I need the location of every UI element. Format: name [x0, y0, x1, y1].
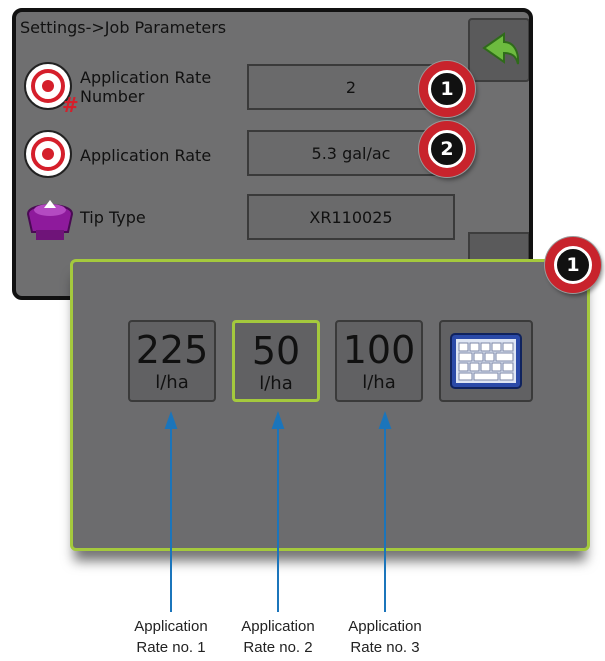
arrow-rate-2-head	[271, 411, 285, 429]
pointer-arrows	[164, 411, 392, 612]
caption-rate-1: Application Rate no. 1	[134, 618, 208, 656]
caption-rate-3: Application Rate no. 3	[348, 618, 422, 656]
arrow-rate-3-head	[378, 411, 392, 429]
caption-rate-2: Application Rate no. 2	[241, 618, 315, 656]
arrow-rate-1-head	[164, 411, 178, 429]
